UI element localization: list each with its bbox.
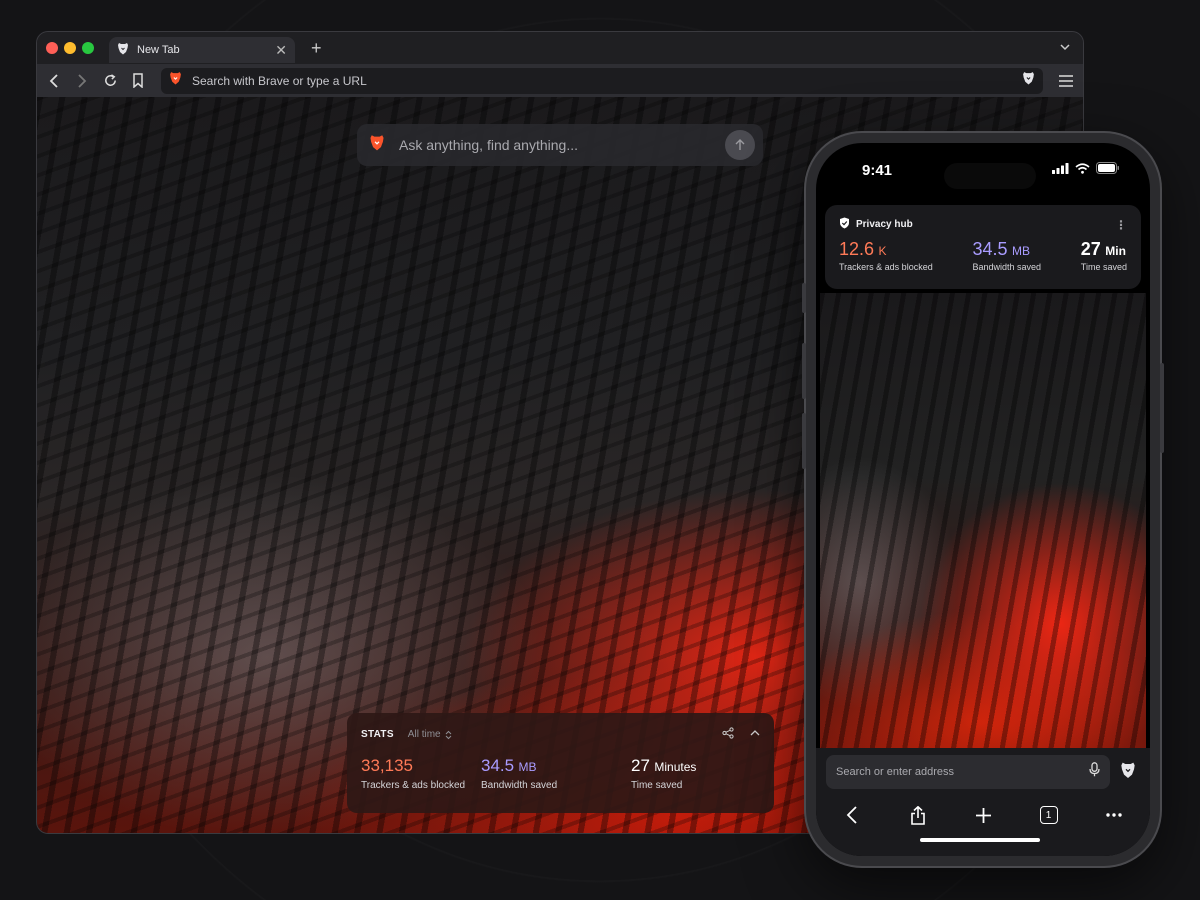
privacy-hub-title: Privacy hub [856, 219, 913, 230]
more-horizontal-icon[interactable] [1102, 803, 1126, 827]
home-indicator[interactable] [920, 838, 1040, 842]
brave-lion-icon [117, 42, 129, 58]
stat-trackers-label: Trackers & ads blocked [361, 780, 466, 791]
privacy-bandwidth-value: 34.5 [972, 239, 1008, 259]
tab-new-tab[interactable]: New Tab ✕ [109, 37, 295, 63]
tab-title: New Tab [137, 44, 180, 56]
stat-bandwidth-value: 34.5 [481, 756, 515, 775]
wifi-icon [1075, 161, 1090, 179]
status-bar: 9:41 [816, 143, 1150, 197]
browser-toolbar [37, 64, 1083, 97]
microphone-icon[interactable] [1089, 762, 1100, 782]
volume-down-button [802, 413, 806, 469]
more-vertical-icon[interactable]: ⋮ [1115, 218, 1127, 232]
maximize-window-button[interactable] [82, 42, 94, 54]
close-tab-icon[interactable]: ✕ [275, 42, 287, 59]
share-icon[interactable] [722, 727, 734, 742]
stat-time-unit: Minutes [654, 760, 697, 774]
collapse-chevron-icon[interactable] [750, 729, 760, 740]
cellular-signal-icon [1052, 161, 1069, 179]
stats-widget: STATS All time 33,135 Trackers & ads blo… [347, 713, 774, 813]
window-controls [46, 42, 94, 54]
ask-input[interactable] [399, 137, 711, 153]
tab-strip: New Tab ✕ + [37, 32, 1083, 64]
new-tab-plus-icon[interactable] [971, 803, 995, 827]
hamburger-menu-icon[interactable] [1057, 72, 1075, 90]
send-arrow-button[interactable] [725, 130, 755, 160]
privacy-stat-time: 27 Min Time saved [1081, 238, 1127, 272]
stat-bandwidth: 34.5 MB Bandwidth saved [481, 756, 631, 791]
brave-rewards-icon[interactable] [1022, 71, 1035, 90]
stats-range-select[interactable]: All time [408, 729, 452, 740]
tabs-button[interactable]: 1 [1037, 803, 1061, 827]
stat-trackers-value: 33,135 [361, 756, 413, 775]
phone-screen: 9:41 Privacy hub ⋮ 12.6 K Trackers & ads… [816, 143, 1150, 856]
reload-icon[interactable] [101, 72, 119, 90]
privacy-hub-card: Privacy hub ⋮ 12.6 K Trackers & ads bloc… [825, 205, 1141, 289]
brave-shield-icon[interactable] [169, 71, 182, 90]
stat-time-value: 27 [631, 756, 650, 775]
stat-bandwidth-unit: MB [518, 760, 537, 774]
battery-icon [1096, 161, 1120, 179]
phone-device: 9:41 Privacy hub ⋮ 12.6 K Trackers & ads… [802, 133, 1164, 866]
url-input[interactable] [192, 73, 1012, 88]
phone-address-bar[interactable] [826, 755, 1110, 789]
brave-shield-icon[interactable] [1120, 761, 1136, 784]
phone-nav-bar: 1 [816, 789, 1150, 827]
stat-time-label: Time saved [631, 780, 683, 791]
tab-count: 1 [1039, 806, 1058, 824]
new-tab-button[interactable]: + [311, 38, 322, 59]
share-icon[interactable] [906, 803, 930, 827]
power-button [1160, 363, 1164, 453]
bookmark-icon[interactable] [129, 72, 147, 90]
stat-bandwidth-label: Bandwidth saved [481, 780, 558, 791]
stats-title: STATS [361, 729, 394, 740]
privacy-trackers-value: 12.6 [839, 239, 875, 259]
stats-range-label: All time [407, 729, 441, 740]
privacy-time-value: 27 [1080, 239, 1101, 259]
status-time: 9:41 [862, 161, 893, 179]
ask-search-box[interactable] [357, 124, 763, 166]
phone-wallpaper-image [820, 293, 1146, 748]
privacy-time-label: Time saved [1080, 262, 1127, 272]
arrow-up-icon [735, 139, 745, 150]
back-arrow-icon[interactable] [45, 72, 63, 90]
volume-up-button [802, 343, 806, 399]
privacy-bandwidth-unit: MB [1011, 244, 1030, 258]
address-bar[interactable] [161, 67, 1043, 94]
brave-lion-icon [369, 134, 385, 156]
phone-bottom-toolbar: 1 [816, 748, 1150, 856]
privacy-bandwidth-label: Bandwidth saved [972, 262, 1042, 272]
shield-check-icon [839, 217, 850, 232]
phone-address-input[interactable] [836, 766, 1089, 778]
action-button [802, 283, 806, 313]
close-window-button[interactable] [46, 42, 58, 54]
stat-time: 27 Minutes Time saved [631, 756, 751, 791]
forward-arrow-icon[interactable] [73, 72, 91, 90]
back-arrow-icon[interactable] [840, 803, 864, 827]
chevron-down-icon[interactable] [1059, 40, 1071, 58]
minimize-window-button[interactable] [64, 42, 76, 54]
stat-trackers: 33,135 Trackers & ads blocked [361, 756, 481, 791]
privacy-trackers-unit: K [878, 244, 887, 258]
privacy-stat-trackers: 12.6 K Trackers & ads blocked [839, 238, 933, 272]
privacy-stat-bandwidth: 34.5 MB Bandwidth saved [972, 238, 1041, 272]
privacy-time-unit: Min [1105, 244, 1126, 258]
up-down-chevron-icon [445, 730, 451, 739]
privacy-trackers-label: Trackers & ads blocked [839, 262, 933, 272]
